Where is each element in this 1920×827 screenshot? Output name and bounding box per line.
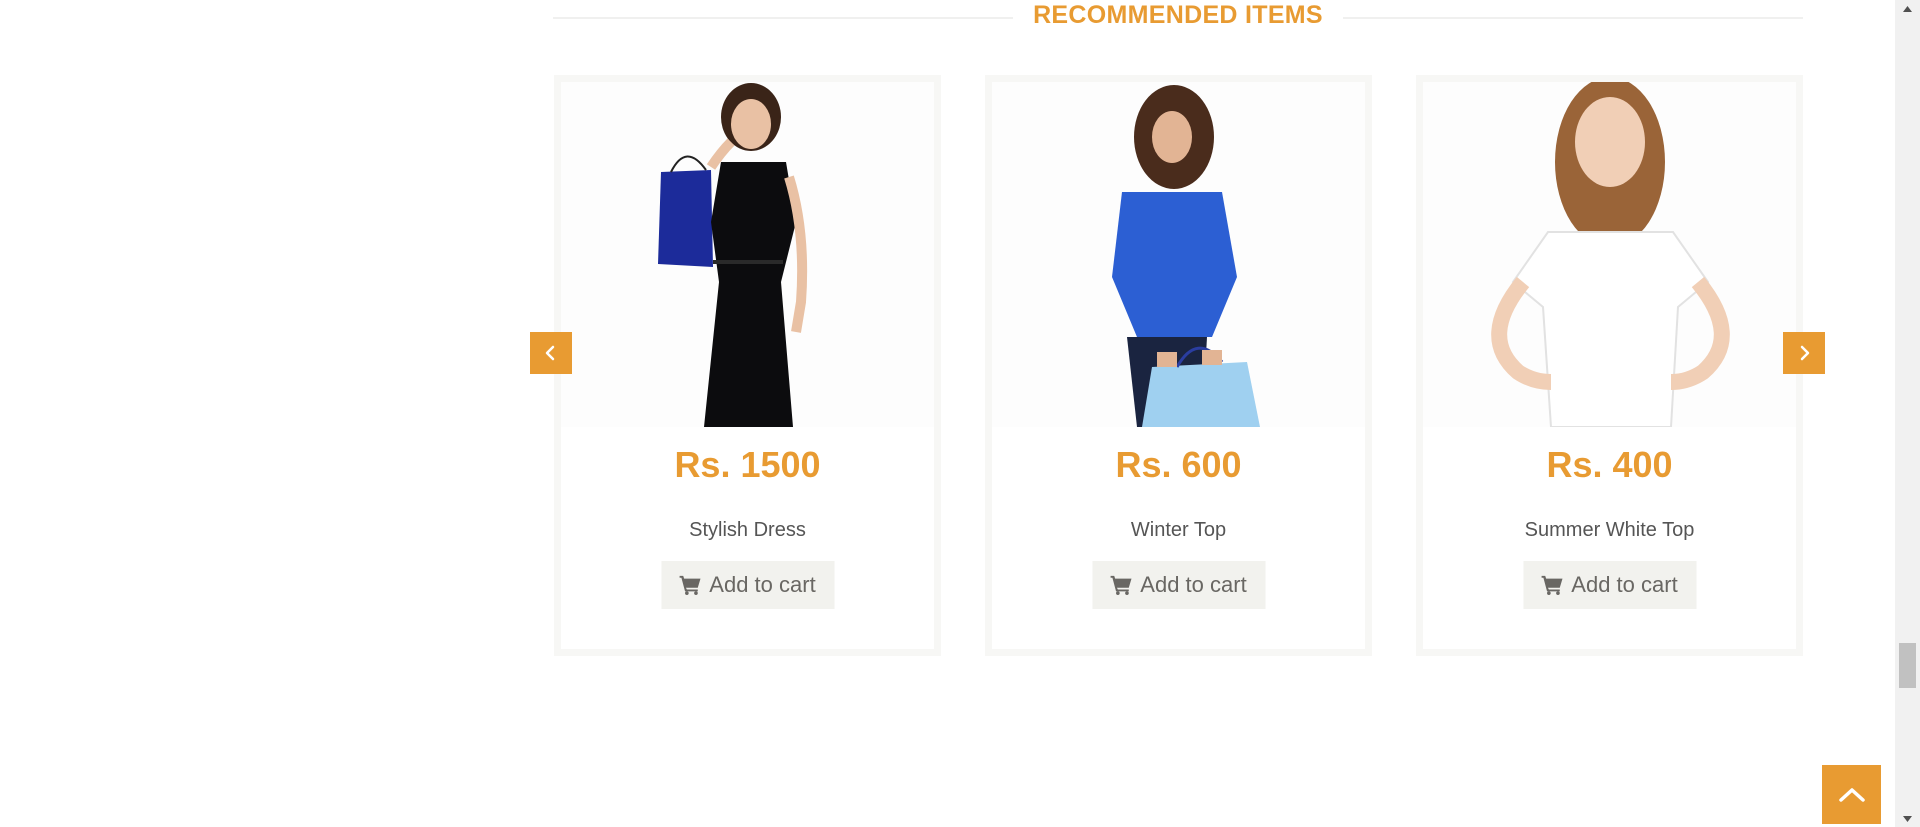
product-image[interactable] — [561, 82, 934, 427]
product-card: Rs. 600 Winter Top Add to cart — [985, 75, 1372, 656]
product-name: Winter Top — [1130, 519, 1227, 541]
product-image[interactable] — [1423, 82, 1796, 427]
triangle-down-icon — [1903, 815, 1912, 822]
recommended-carousel: Rs. 1500 Stylish Dress Add to cart Rs. 6… — [530, 75, 1825, 660]
product-name: Summer White Top — [1524, 519, 1695, 541]
carousel-prev-button[interactable] — [530, 332, 572, 374]
section-header: RECOMMENDED ITEMS — [553, 0, 1803, 30]
chevron-left-icon — [545, 345, 555, 361]
add-to-cart-button[interactable]: Add to cart — [1092, 561, 1265, 609]
add-to-cart-button[interactable]: Add to cart — [1523, 561, 1696, 609]
section-title: RECOMMENDED ITEMS — [1033, 1, 1323, 29]
shopping-cart-icon — [1110, 575, 1132, 595]
woman-white-tshirt-image — [1423, 82, 1796, 427]
shopping-cart-icon — [1541, 575, 1563, 595]
chevron-up-icon — [1838, 787, 1865, 802]
product-card: Rs. 1500 Stylish Dress Add to cart — [554, 75, 941, 656]
scrollbar-thumb[interactable] — [1899, 643, 1916, 688]
add-to-cart-button[interactable]: Add to cart — [661, 561, 834, 609]
add-to-cart-label: Add to cart — [709, 572, 816, 597]
chevron-right-icon — [1800, 345, 1810, 361]
product-card: Rs. 400 Summer White Top Add to cart — [1416, 75, 1803, 656]
product-name: Stylish Dress — [689, 519, 806, 541]
scroll-up-arrow[interactable] — [1895, 0, 1920, 17]
product-price: Rs. 600 — [1115, 444, 1242, 485]
product-price: Rs. 1500 — [674, 444, 821, 485]
scroll-to-top-button[interactable] — [1822, 765, 1881, 824]
carousel-next-button[interactable] — [1783, 332, 1825, 374]
page: RECOMMENDED ITEMS Rs. 1500 Stylish Dress… — [0, 0, 1895, 827]
vertical-scrollbar[interactable] — [1895, 0, 1920, 827]
woman-black-dress-image — [561, 82, 934, 427]
add-to-cart-label: Add to cart — [1571, 572, 1678, 597]
add-to-cart-label: Add to cart — [1140, 572, 1247, 597]
product-image[interactable] — [992, 82, 1365, 427]
product-price: Rs. 400 — [1546, 444, 1673, 485]
scroll-down-arrow[interactable] — [1895, 810, 1920, 827]
woman-blue-top-image — [992, 82, 1365, 427]
triangle-up-icon — [1903, 5, 1912, 12]
shopping-cart-icon — [679, 575, 701, 595]
